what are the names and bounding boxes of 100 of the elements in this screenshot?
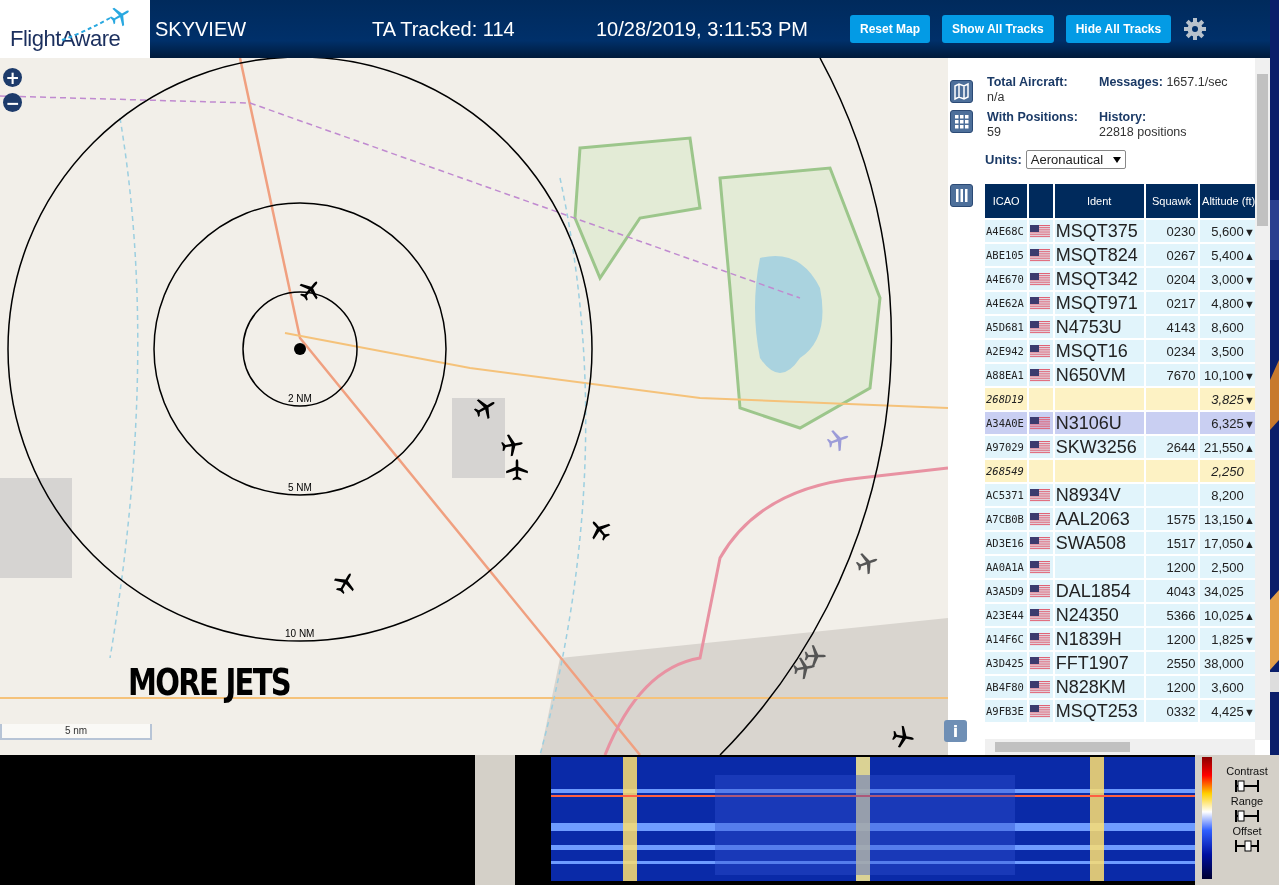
table-cell: 8,200 [1211,487,1244,503]
table-cell: 6,325 [1211,415,1244,431]
table-cell: A4E68C [985,220,1028,242]
table-cell: 0217 [1145,292,1198,314]
table-cell: 4,800 [1211,295,1244,311]
table-cell: DAL1854 [1054,580,1144,602]
table-cell: 0267 [1145,244,1198,266]
settings-icon[interactable] [1183,17,1208,41]
slider-handle[interactable] [1235,809,1259,823]
table-cell: AB4F80 [985,676,1028,698]
table-cell: 1200 [1145,556,1198,578]
stat-text: Total Aircraft: n/a [987,75,1069,105]
table-cell: 0230 [1145,220,1198,242]
table-cell: MSQT824 [1054,244,1144,266]
table-cell: 3,600 [1211,679,1244,695]
table-cell: 268D19 [985,388,1028,410]
trend-icon: ▼ [1243,369,1255,382]
stat-text: History: 22818 positions [1099,110,1188,140]
table-cell: 4043 [1145,580,1198,602]
slider-handle[interactable] [1235,839,1259,853]
column-header[interactable]: ICAO [985,184,1028,218]
table-cell: 21,550 [1204,439,1244,455]
control-label: Range [1230,795,1264,807]
table-cell: MSQT971 [1054,292,1144,314]
table-cell: AA0A1A [985,556,1028,578]
table-cell: A7CB0B [985,508,1028,530]
table-cell: A97029 [985,436,1028,458]
table-cell: 10,100 [1204,367,1244,383]
table-cell: A4E670 [985,268,1028,290]
table-cell: N8934V [1054,484,1144,506]
column-header[interactable]: Ident [1054,184,1144,218]
table-cell: 2,500 [1211,559,1244,575]
table-cell: 2644 [1145,436,1198,458]
trend-icon: ▼ [1243,297,1255,310]
table-cell: 0332 [1145,700,1198,722]
table-cell: A4E62A [985,292,1028,314]
table-cell: N650VM [1054,364,1144,386]
columns-icon[interactable] [950,184,973,207]
trend-icon: ▲ [1243,513,1255,526]
table-cell: 1517 [1145,532,1198,554]
trend-icon: ▲ [1243,609,1255,622]
table-cell: AD3E16 [985,532,1028,554]
table-cell: 0204 [1145,268,1198,290]
table-cell: A9FB3E [985,700,1028,722]
vertical-scrollbar[interactable] [1255,58,1270,740]
table-cell: SWA508 [1054,532,1144,554]
table-cell: MSQT253 [1054,700,1144,722]
grid-icon[interactable] [950,110,973,133]
map-icon[interactable] [950,80,973,103]
table-cell: MSQT342 [1054,268,1144,290]
table-cell: A88EA1 [985,364,1028,386]
table-cell: MSQT375 [1054,220,1144,242]
table-cell: 17,050 [1204,535,1244,551]
trend-icon: ▲ [1243,441,1255,454]
trend-icon: ▲ [1243,537,1255,550]
horizontal-scrollbar[interactable] [985,739,1255,755]
table-cell: N4753U [1054,316,1144,338]
table-cell: N24350 [1054,604,1144,626]
units-dropdown[interactable]: Aeronautical [1025,150,1127,169]
table-cell: A34A0E [985,412,1028,434]
table-cell: N1839H [1054,628,1144,650]
table-cell: 2550 [1145,652,1198,674]
table-cell: 38,000 [1204,655,1244,671]
column-header[interactable]: Squawk [1145,184,1198,218]
stat-text: With Positions: 59 [987,110,1079,140]
caret-icon [1113,155,1122,164]
date-time: 10/28/2019, 3:11:53 PM [596,17,809,41]
table-cell: 10,025 [1204,607,1244,623]
table-cell: 3,825 [1211,391,1244,407]
table-cell: FFT1907 [1054,652,1144,674]
table-cell: AC5371 [985,484,1028,506]
table-cell: 1200 [1145,676,1198,698]
control-label: Offset [1232,825,1262,837]
table-cell: SKW3256 [1054,436,1144,458]
column-header[interactable]: Altitude (ft) [1199,184,1255,218]
table-cell: N828KM [1054,676,1144,698]
trend-icon: ▲ [1243,249,1255,262]
tracked-count: TA Tracked: 114 [372,17,516,41]
table-cell: 8,600 [1211,319,1244,335]
table-cell: 1200 [1145,628,1198,650]
table-cell: 1575 [1145,508,1198,530]
logo: FlightAware [0,0,150,58]
trend-icon: ▼ [1243,225,1255,238]
table-cell: A14F6C [985,628,1028,650]
table-cell: 13,150 [1204,511,1244,527]
table-cell: A3A5D9 [985,580,1028,602]
trend-icon: ▼ [1243,417,1255,430]
app-title: SKYVIEW [155,17,248,41]
table-cell: 4143 [1145,316,1198,338]
table-cell: MSQT16 [1054,340,1144,362]
table-cell: 7670 [1145,364,1198,386]
table-cell: A2E942 [985,340,1028,362]
slider-handle[interactable] [1235,779,1259,793]
table-cell: 3,000 [1211,271,1244,287]
table-cell: 2,250 [1211,463,1244,479]
table-cell: ABE105 [985,244,1028,266]
table-cell: AAL2063 [1054,508,1144,530]
control-label: Contrast [1226,765,1268,777]
units-label: Units: [985,152,1022,167]
table-cell: 34,025 [1204,583,1244,599]
